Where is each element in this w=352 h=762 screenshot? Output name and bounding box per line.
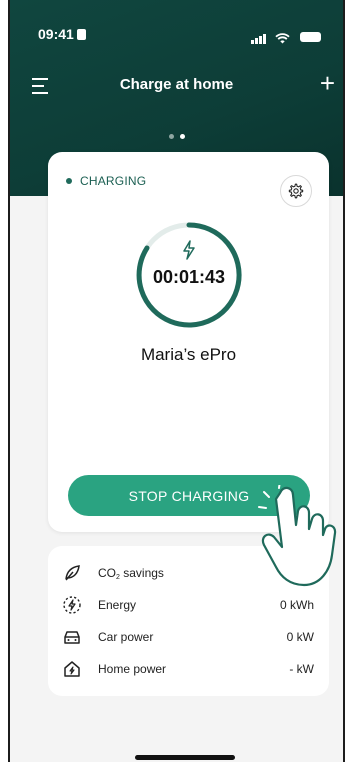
tap-hand-icon (258, 485, 337, 587)
charger-name: Maria’s ePro (140, 345, 237, 364)
stat-row-home-power: Home power - kW (60, 657, 314, 681)
status-bar: 09:41 (10, 26, 343, 46)
stat-value: 0 kWh (279, 598, 314, 612)
status-dot (66, 178, 72, 184)
leaf-icon (60, 561, 84, 585)
battery-icon (300, 32, 321, 43)
sim-icon (76, 29, 86, 40)
stat-value: 0 kW (286, 630, 314, 644)
gear-icon (288, 183, 304, 199)
signal-icon (251, 28, 267, 44)
add-icon[interactable]: + (320, 70, 335, 96)
top-nav: Charge at home + (10, 70, 343, 100)
stat-label: Home power (98, 662, 167, 676)
charging-timer: 00:01:43 (152, 267, 226, 287)
status-label: CHARGING (80, 174, 147, 188)
settings-button[interactable] (280, 175, 312, 207)
page-indicator (10, 126, 343, 144)
lightning-icon (183, 240, 195, 260)
page-dot-active[interactable] (179, 134, 185, 139)
stat-label: Energy (98, 598, 137, 612)
wifi-icon (275, 33, 290, 44)
page-title: Charge at home (119, 76, 234, 93)
charger-card: CHARGING 00:01:43 Maria’s ePro STOP CHAR… (48, 152, 329, 532)
charging-status: CHARGING (66, 174, 146, 188)
page-dot[interactable] (168, 134, 174, 139)
home-power-icon (60, 657, 84, 681)
status-time: 09:41 (38, 26, 86, 42)
stat-label: Car power (98, 630, 154, 644)
stat-row-energy: Energy 0 kWh (60, 593, 314, 617)
stat-row-car-power: Car power 0 kW (60, 625, 314, 649)
energy-icon (60, 593, 84, 617)
car-icon (60, 625, 84, 649)
charging-progress-ring: 00:01:43 (134, 220, 244, 330)
status-icons (251, 28, 321, 44)
phone-screen: 09:41 Charge at home + CHARGING 00:01:43… (8, 0, 345, 762)
home-indicator (135, 755, 235, 760)
stat-value: - kW (289, 662, 314, 676)
